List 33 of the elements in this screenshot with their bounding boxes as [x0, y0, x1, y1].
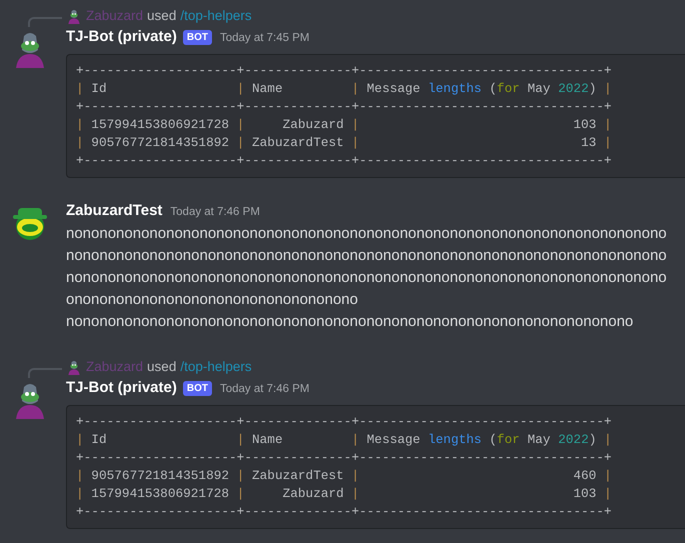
code-line: +--------------------+--------------+--------------------------------+ [76, 152, 612, 170]
author-name[interactable]: TJ-Bot (private) [66, 377, 177, 399]
code-line: +--------------------+--------------+--------------------------------+ [76, 449, 612, 467]
message-text: nononononononononononononononononononononononononononononononononononono [66, 246, 667, 266]
code-line: | 905767721814351892 | ZabuzardTest | 460 | [76, 467, 612, 485]
code-line: +--------------------+--------------+--------------------------------+ [76, 503, 612, 521]
message-text: nononononononononononononononononononononononononononononononononono [66, 312, 634, 332]
message-text: ononononononononononononononononono [66, 290, 358, 310]
bot-tag: BOT [182, 30, 212, 45]
reply-action: used [147, 6, 176, 25]
code-line: +--------------------+--------------+--------------------------------+ [76, 98, 612, 116]
timestamp: Today at 7:45 PM [220, 31, 310, 46]
author-name[interactable]: TJ-Bot (private) [66, 26, 177, 48]
command-link[interactable]: /top-helpers [180, 356, 252, 378]
code-line: | Id | Name | Message lengths (for May 2022) | [76, 80, 612, 98]
reply-action: used [147, 358, 176, 376]
code-line: | 905767721814351892 | ZabuzardTest | 13 | [76, 134, 612, 152]
reply-connector [28, 368, 62, 378]
timestamp: Today at 7:46 PM [220, 382, 310, 397]
frog-avatar-icon[interactable] [66, 8, 82, 24]
code-line: | Id | Name | Message lengths (for May 2022) | [76, 431, 612, 449]
code-line: | 157994153806921728 | Zabuzard | 103 | [76, 485, 612, 503]
frog-avatar-icon[interactable] [66, 359, 82, 375]
code-line: +--------------------+--------------+--------------------------------+ [76, 413, 612, 431]
timestamp: Today at 7:46 PM [170, 205, 260, 220]
code-line: +--------------------+--------------+--------------------------------+ [76, 62, 612, 80]
bot-tag: BOT [182, 381, 212, 396]
author-name[interactable]: ZabuzardTest [66, 200, 162, 222]
reply-connector [28, 17, 62, 27]
message-text: nononononononononononononononononononononononononononononononononononono [66, 224, 667, 244]
command-link[interactable]: /top-helpers [180, 6, 252, 26]
code-line: | 157994153806921728 | Zabuzard | 103 | [76, 116, 612, 134]
message-text: nononononononononononononononononononononononononononononononononononono [66, 268, 667, 288]
